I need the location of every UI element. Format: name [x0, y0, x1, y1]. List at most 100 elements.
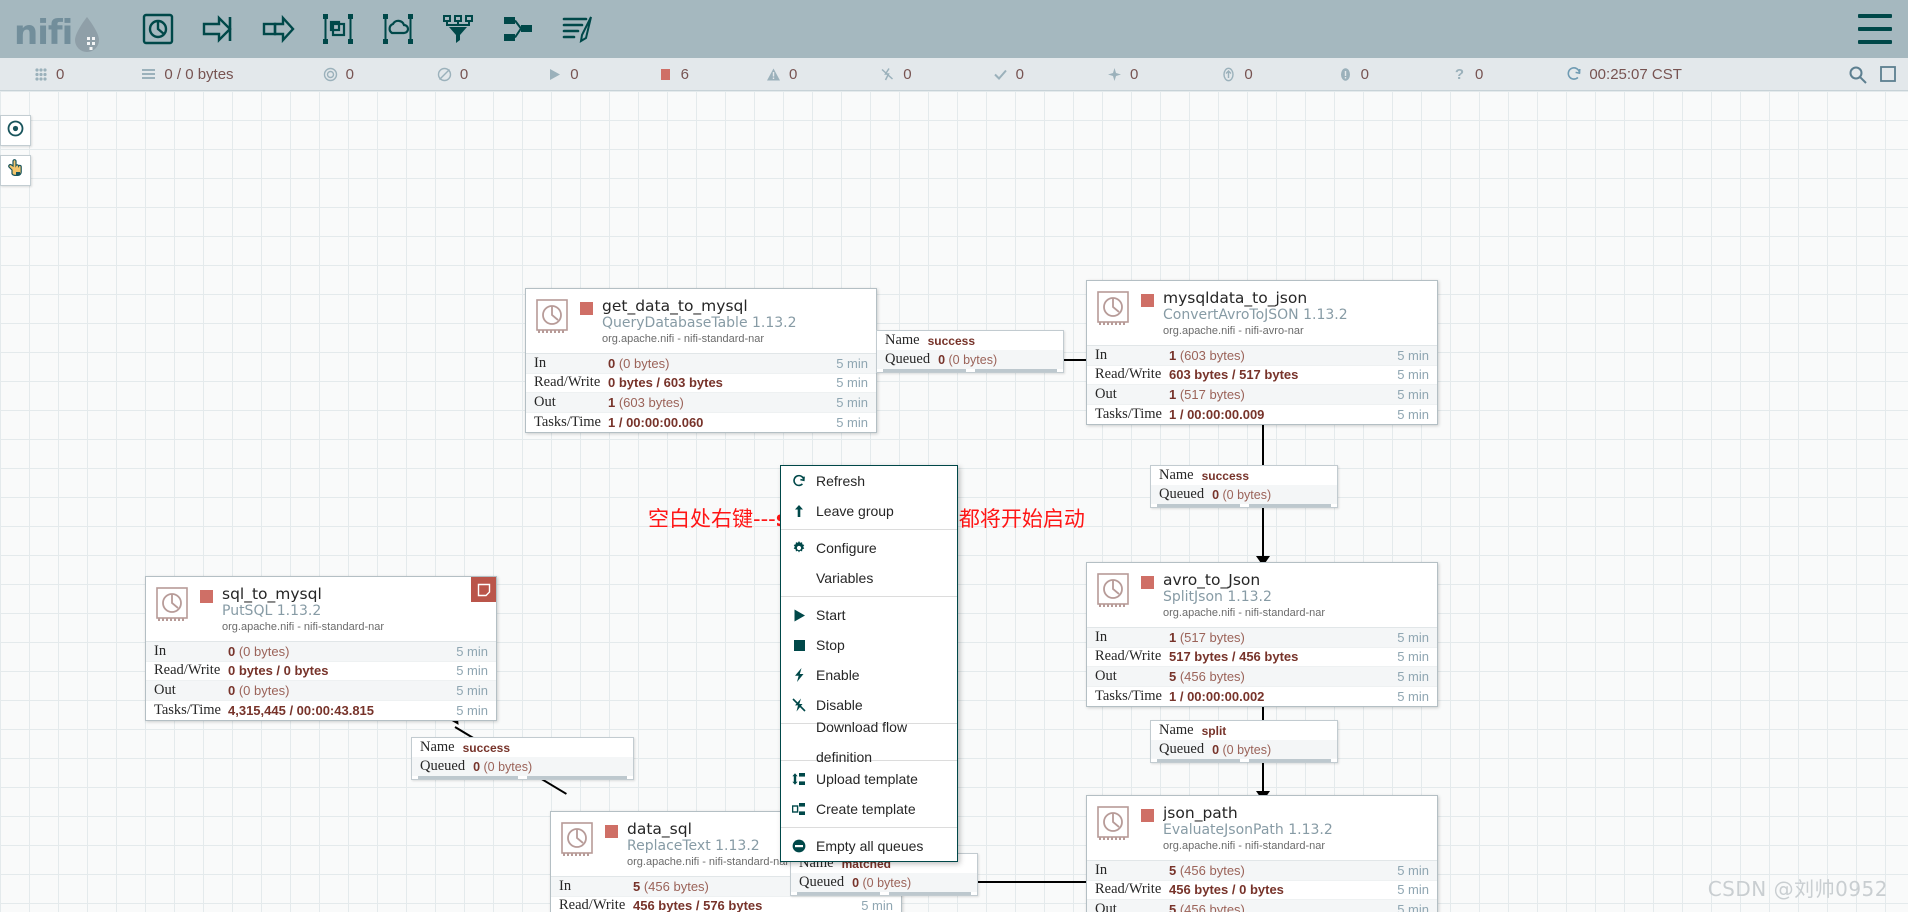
processor-stats: In 1 (603 bytes) 5 min Read/Write 603 by… [1087, 345, 1437, 424]
connection-queued-row: Queued 0 (0 bytes) [1151, 740, 1337, 759]
menu-item-label: Refresh [816, 473, 866, 489]
nifi-logo: nifi [14, 0, 100, 58]
processor-mysqldata_to_json[interactable]: mysqldata_to_json ConvertAvroToJSON 1.13… [1086, 280, 1438, 425]
stat-value: 0 (0 bytes) [608, 355, 670, 371]
stat-value: 5 (456 bytes) [1169, 862, 1245, 878]
global-menu-button[interactable] [1858, 14, 1892, 44]
stat-label: Out [534, 393, 556, 410]
stat-time: 5 min [1397, 882, 1429, 898]
menu-item-configure[interactable]: Configure [781, 533, 957, 563]
status-locally-modified-value: 0 [1129, 65, 1139, 83]
watermark: CSDN @刘帅0952 [1707, 877, 1888, 901]
operate-tool[interactable] [0, 155, 31, 186]
processor-json_path[interactable]: json_path EvaluateJsonPath 1.13.2 org.ap… [1086, 795, 1438, 912]
stat-label: Read/Write [1095, 881, 1162, 898]
refresh-icon [792, 474, 806, 488]
stat-label: Tasks/Time [534, 413, 601, 430]
status-active-threads-value: 0 [56, 65, 65, 83]
menu-item-refresh[interactable]: Refresh [781, 466, 957, 496]
output-port-tool[interactable] [248, 0, 308, 58]
funnel-tool[interactable] [428, 0, 488, 58]
connection-capacity-bars [791, 892, 977, 895]
status-locally-modified-and-stale-value: 0 [1360, 65, 1369, 83]
status-invalid-value: 0 [788, 65, 798, 83]
menu-item-enable[interactable]: Enable [781, 660, 957, 690]
stat-row-read-write: Read/Write 456 bytes / 576 bytes 5 min [551, 897, 901, 912]
processor-header: get_data_to_mysql QueryDatabaseTable 1.1… [526, 289, 876, 353]
menu-item-label: Enable [816, 667, 860, 683]
connection-queued-value: 0 (0 bytes) [1212, 487, 1272, 502]
processor-get_data_to_mysql[interactable]: get_data_to_mysql QueryDatabaseTable 1.1… [525, 288, 877, 433]
remote-process-group-tool[interactable] [368, 0, 428, 58]
menu-item-label: Upload template [816, 771, 918, 787]
connection-capacity-bars [412, 776, 633, 779]
status-not-transmitting: 0 [436, 66, 468, 83]
stale-icon [1220, 66, 1237, 83]
connection-queued-label: Queued [1159, 486, 1205, 502]
stat-label: Read/Write [534, 374, 601, 391]
processor-header: sql_to_mysql PutSQL 1.13.2 org.apache.ni… [146, 577, 496, 641]
flow-canvas[interactable]: get_data_to_mysql QueryDatabaseTable 1.1… [0, 91, 1908, 912]
hand-pointer-icon [7, 158, 24, 183]
stat-label: Read/Write [154, 662, 221, 679]
stat-time: 5 min [456, 643, 488, 659]
connection-label-split[interactable]: Name split Queued 0 (0 bytes) [1150, 720, 1338, 763]
invalid-icon [765, 66, 782, 83]
logo-text: nifi [14, 13, 73, 53]
navigate-tool[interactable] [0, 115, 31, 146]
menu-item-start[interactable]: Start [781, 600, 957, 630]
stat-row-read-write: Read/Write 517 bytes / 456 bytes 5 min [1087, 648, 1437, 667]
stat-label: In [534, 354, 547, 371]
stat-value: 517 bytes / 456 bytes [1169, 649, 1299, 665]
connection-capacity-bars [1151, 504, 1337, 507]
menu-separator [781, 827, 957, 828]
template-tool[interactable] [488, 0, 548, 58]
connection-label-success-2[interactable]: Name success Queued 0 (0 bytes) [1150, 465, 1338, 508]
menu-separator [781, 596, 957, 597]
bulletin-icon[interactable] [471, 577, 496, 602]
connection-label-success-3[interactable]: Name success Queued 0 (0 bytes) [411, 737, 634, 780]
canvas-tool-palette [0, 115, 31, 195]
connection-queued-value: 0 (0 bytes) [1212, 742, 1272, 757]
canvas-context-menu[interactable]: Refresh Leave group Configure Variables [780, 465, 958, 862]
expand-button[interactable] [1878, 64, 1900, 86]
status-sync-failure-value: 0 [1475, 65, 1484, 83]
menu-item-empty-all-queues[interactable]: Empty all queues [781, 831, 957, 861]
stat-value: 1 / 00:00:00.009 [1169, 406, 1265, 422]
status-last-refresh[interactable]: 00:25:07 CST [1565, 66, 1682, 83]
connection-label-success-1[interactable]: Name success Queued 0 (0 bytes) [876, 330, 1064, 373]
menu-item-variables[interactable]: Variables [781, 563, 957, 593]
processor-bundle: org.apache.nifi - nifi-standard-nar [1163, 607, 1326, 619]
refresh-icon [1565, 66, 1582, 83]
locally-modified-and-stale-icon [1337, 66, 1354, 83]
disabled-icon [879, 66, 896, 83]
processor-tool[interactable] [128, 0, 188, 58]
label-tool[interactable] [548, 0, 608, 58]
menu-item-create-template[interactable]: Create template [781, 794, 957, 824]
connection-name-value: success [462, 740, 510, 755]
search-button[interactable] [1846, 63, 1870, 87]
input-port-tool[interactable] [188, 0, 248, 58]
stat-value: 456 bytes / 0 bytes [1169, 882, 1284, 898]
process-group-tool[interactable] [308, 0, 368, 58]
processor-stats: In 0 (0 bytes) 5 min Read/Write 0 bytes … [146, 641, 496, 720]
menu-item-download-flow-definition[interactable]: Download flow definition [781, 719, 957, 765]
connection-queued-label: Queued [799, 874, 845, 890]
status-stopped: 6 [657, 66, 689, 83]
menu-item-stop[interactable]: Stop [781, 630, 957, 660]
menu-item-label: Empty all queues [816, 838, 924, 854]
connection-queued-value: 0 (0 bytes) [473, 759, 533, 774]
stat-row-tasks-time: Tasks/Time 1 / 00:00:00.009 5 min [1087, 405, 1437, 425]
processor-avro_to_Json[interactable]: avro_to_Json SplitJson 1.13.2 org.apache… [1086, 562, 1438, 707]
processor-sql_to_mysql[interactable]: sql_to_mysql PutSQL 1.13.2 org.apache.ni… [145, 576, 497, 721]
status-disabled: 0 [879, 66, 912, 83]
stat-row-out: Out 1 (517 bytes) 5 min [1087, 385, 1437, 405]
menu-item-leave-group[interactable]: Leave group [781, 496, 957, 526]
status-transmitting: 0 [322, 66, 354, 83]
connection-capacity-bars [877, 369, 1063, 372]
processor-stats: In 1 (517 bytes) 5 min Read/Write 517 by… [1087, 627, 1437, 706]
status-stale-value: 0 [1244, 65, 1253, 83]
status-last-refresh-value: 00:25:07 CST [1589, 65, 1682, 83]
stat-time: 5 min [1397, 629, 1429, 645]
processor-bundle: org.apache.nifi - nifi-standard-nar [1163, 840, 1326, 852]
